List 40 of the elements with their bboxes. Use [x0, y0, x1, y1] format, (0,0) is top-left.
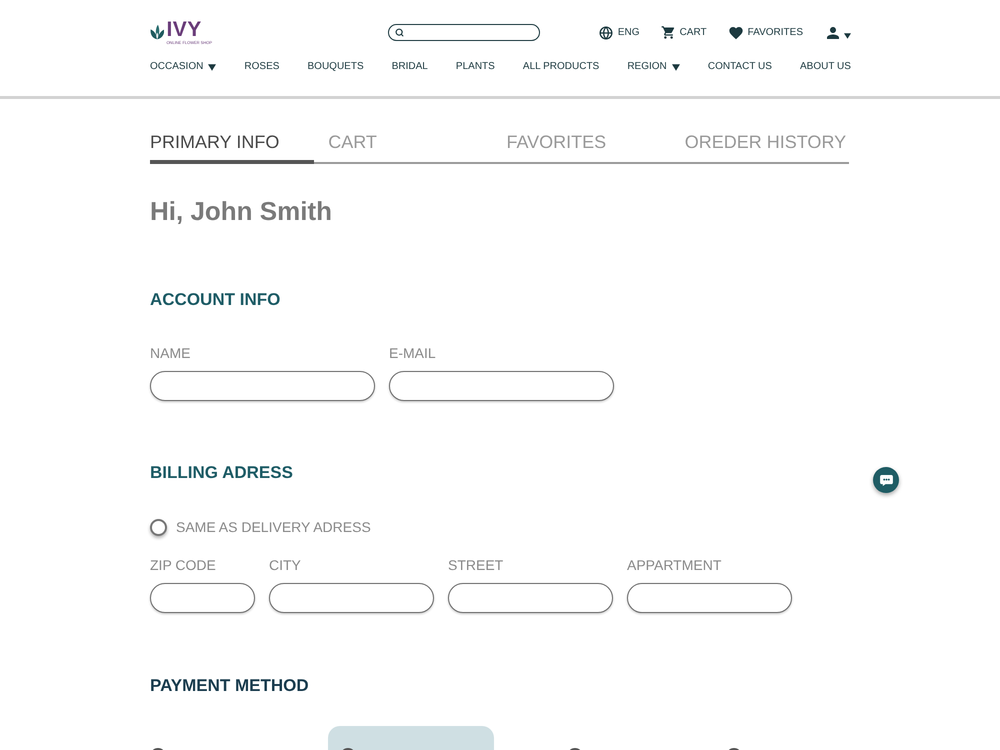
nav-link[interactable]: BRIDAL: [392, 61, 428, 73]
heart-icon: [728, 24, 744, 40]
input-field[interactable]: [448, 583, 613, 613]
search-icon: [395, 28, 404, 37]
section-title: BILLING ADRESS: [150, 462, 293, 484]
nav-link[interactable]: CONTACT US: [708, 61, 772, 73]
cart-button[interactable]: CART: [660, 25, 707, 40]
nav-link[interactable]: ALL PRODUCTS: [522, 61, 600, 73]
field-label: E-MAIL: [389, 344, 436, 362]
nav-link[interactable]: ABOUT US: [800, 61, 851, 73]
input-field[interactable]: [269, 583, 434, 613]
nav-link[interactable]: PLANTS: [456, 61, 495, 73]
field-label: NAME: [150, 344, 190, 362]
nav-link[interactable]: REGION: [627, 61, 680, 73]
input-field[interactable]: [627, 583, 792, 613]
nav-link[interactable]: ROSES: [244, 61, 280, 73]
greeting-heading: Hi, John Smith: [150, 195, 332, 227]
globe-icon: [598, 26, 613, 40]
input-field[interactable]: [150, 583, 255, 613]
field-label: STREET: [448, 556, 504, 574]
caret-icon: [844, 32, 851, 38]
logo-text: IVY: [166, 20, 202, 39]
input-field[interactable]: [150, 371, 375, 401]
shopping-cart-icon: [660, 25, 676, 40]
radio-button[interactable]: [150, 518, 167, 536]
section-title: ACCOUNT INFO: [150, 289, 280, 311]
favorites-button[interactable]: FAVORITES: [728, 24, 803, 40]
field-label: APPARTMENT: [627, 556, 722, 574]
section-title: PAYMENT METHOD: [150, 675, 309, 697]
search-field[interactable]: [388, 24, 540, 41]
chat-button[interactable]: [873, 467, 899, 493]
option-label: SAME AS DELIVERY ADRESS: [176, 518, 371, 536]
input-field[interactable]: [389, 371, 614, 401]
language-button[interactable]: ENG: [598, 25, 640, 40]
field-label: CITY: [269, 556, 301, 574]
nav-link[interactable]: OCCASION: [150, 61, 216, 73]
field-label: ZIP CODE: [150, 556, 216, 574]
nav-link[interactable]: BOUQUETS: [308, 61, 364, 73]
chat-bubble-icon: [880, 474, 892, 486]
tab[interactable]: PRIMARY INFO: [150, 130, 314, 164]
